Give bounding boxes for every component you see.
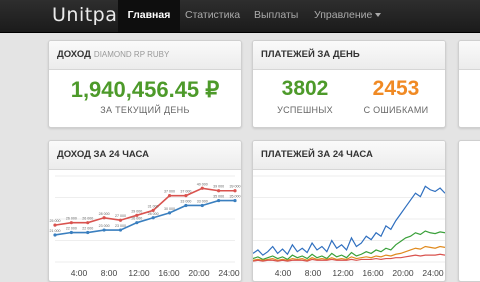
data-label: 31 000	[148, 204, 159, 208]
chevron-down-icon	[375, 13, 382, 18]
data-point	[200, 186, 204, 190]
data-label: 40 000	[197, 182, 208, 186]
data-label: 28 000	[148, 212, 159, 216]
income-panel: ДОХОД DIAMOND RP RUBY 1,940,456.45 ₽ ЗА Т…	[48, 40, 242, 128]
nav-item-home[interactable]: Главная	[118, 0, 180, 32]
data-point	[167, 194, 172, 198]
data-point	[69, 221, 73, 225]
data-label: 39 000	[230, 185, 241, 189]
data-point	[102, 228, 106, 232]
data-label: 23 000	[99, 224, 110, 228]
data-label: 39 000	[213, 185, 224, 189]
data-label: 27 000	[115, 214, 126, 218]
nav-item-statistics[interactable]: Статистика	[185, 0, 240, 32]
income-24h-chart: 25 000 26 000 26 000 28 000 27 000 29 000 31 0…	[50, 175, 241, 278]
data-point	[86, 221, 90, 225]
income-24h-panel: ДОХОД ЗА 24 ЧАСА 25 000 26 000 26 000 28 00…	[48, 140, 242, 282]
income-panel-title: ДОХОД	[57, 49, 91, 60]
data-point	[53, 233, 57, 237]
series-line-2	[253, 245, 445, 261]
data-point	[217, 198, 221, 203]
success-count: 3802	[281, 77, 329, 100]
data-label: 21 000	[50, 229, 61, 233]
income-project-name: DIAMOND RP RUBY	[93, 50, 170, 59]
data-label: 37 000	[164, 190, 175, 194]
income-panel-header: ДОХОД DIAMOND RP RUBY	[49, 41, 241, 70]
data-label: 29 000	[131, 209, 142, 213]
data-point	[233, 198, 237, 203]
data-label: 33 000	[197, 199, 208, 203]
extra-panel-lower	[458, 140, 480, 282]
data-label: 23 000	[115, 224, 126, 228]
data-label: 22 000	[82, 227, 93, 231]
data-label: 37 000	[180, 190, 191, 194]
data-label: 26 000	[131, 217, 142, 221]
data-point	[118, 228, 123, 232]
data-point	[151, 216, 155, 220]
data-point	[233, 189, 237, 193]
data-label: 33 000	[180, 199, 191, 203]
data-point	[118, 218, 123, 222]
error-count: 2453	[372, 77, 420, 100]
data-point	[102, 216, 106, 220]
nav-item-management-label: Управление	[314, 9, 373, 21]
payments-day-header: ПЛАТЕЖЕЙ ЗА ДЕНЬ	[253, 41, 445, 70]
payments-24h-chart: 4:00 8:00 12:00 16:00 20:00 24:00	[253, 175, 445, 278]
data-point	[53, 223, 57, 227]
income-24h-header: ДОХОД ЗА 24 ЧАСА	[49, 141, 241, 170]
extra-panel	[458, 40, 480, 128]
data-label: 28 000	[99, 212, 110, 216]
series-line-0	[253, 185, 445, 256]
income-amount: 1,940,456.45 ₽	[70, 77, 220, 102]
data-label: 26 000	[82, 217, 93, 221]
data-label: 30 000	[164, 207, 175, 211]
success-label: УСПЕШНЫХ	[277, 105, 333, 115]
payments-24h-panel: ПЛАТЕЖЕЙ ЗА 24 ЧАСА 4:00 8:00 12:00 16:00 20…	[252, 140, 446, 282]
data-label: 35 000	[213, 195, 224, 199]
data-point	[167, 211, 172, 215]
data-label: 35 000	[230, 195, 241, 199]
payments-day-panel: ПЛАТЕЖЕЙ ЗА ДЕНЬ 3802 УСПЕШНЫХ 2453 С ОШ…	[252, 40, 446, 128]
data-point	[135, 221, 139, 225]
nav-item-payouts[interactable]: Выплаты	[254, 0, 298, 32]
data-point	[69, 230, 73, 235]
error-label: С ОШИБКАМИ	[363, 105, 429, 115]
data-label: 26 000	[66, 217, 77, 221]
data-point	[184, 203, 188, 208]
data-point	[217, 189, 221, 193]
data-point	[184, 194, 188, 198]
data-point	[200, 203, 204, 208]
nav-item-management[interactable]: Управление	[314, 0, 382, 32]
top-navbar: Unitpay Главная Статистика Выплаты Управ…	[0, 0, 480, 33]
payments-24h-header: ПЛАТЕЖЕЙ ЗА 24 ЧАСА	[253, 141, 445, 170]
data-label: 25 000	[50, 219, 61, 223]
extra-panel-header	[459, 41, 480, 70]
income-caption: ЗА ТЕКУЩИЙ ДЕНЬ	[100, 105, 190, 115]
data-label: 22 000	[66, 227, 77, 231]
data-point	[86, 230, 90, 235]
